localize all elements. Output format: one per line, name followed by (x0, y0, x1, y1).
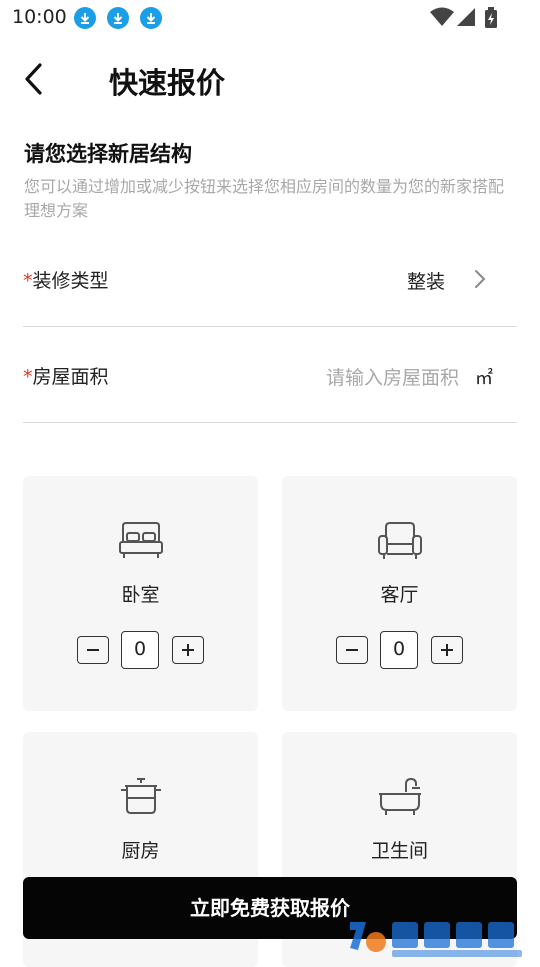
bed-icon (119, 522, 163, 558)
sofa-icon (378, 522, 422, 559)
section-description: 您可以通过增加或减少按钮来选择您相应房间的数量为您的新家搭配理想方案 (24, 177, 505, 220)
chevron-right-icon (475, 270, 486, 288)
download-notification-icon (107, 7, 129, 29)
room-name: 客厅 (380, 584, 419, 606)
download-notification-icon (74, 7, 96, 29)
living-room-increment-button[interactable] (431, 636, 463, 664)
bedroom-increment-button[interactable] (172, 636, 204, 664)
status-bar: 10:00 (0, 0, 540, 36)
download-notification-icon (140, 7, 162, 29)
pot-icon (121, 778, 161, 814)
decoration-type-value: 整装 (406, 271, 445, 293)
minus-icon (346, 649, 358, 651)
bathtub-icon (379, 777, 421, 815)
decoration-type-label: *装修类型 (23, 270, 109, 292)
area-label: *房屋面积 (23, 366, 109, 388)
page-title: 快速报价 (109, 66, 226, 100)
bedroom-decrement-button[interactable] (77, 636, 109, 664)
section-title: 请您选择新居结构 (24, 142, 192, 166)
plus-icon (441, 644, 453, 656)
battery-icon (485, 7, 497, 28)
back-button[interactable] (18, 60, 52, 98)
area-row: *房屋面积 请输入房屋面积 ㎡ (23, 332, 517, 423)
area-unit: ㎡ (475, 368, 493, 389)
minus-icon (87, 649, 99, 651)
bedroom-count[interactable]: 0 (121, 631, 159, 669)
wifi-icon (430, 7, 454, 26)
room-card-living-room: 客厅 0 (282, 476, 517, 711)
room-name: 卧室 (121, 584, 160, 606)
cellular-signal-icon (457, 8, 475, 26)
status-time: 10:00 (12, 6, 67, 28)
required-mark: * (23, 270, 33, 292)
decoration-type-row[interactable]: *装修类型 整装 (23, 236, 517, 327)
watermark-logo (350, 922, 522, 957)
room-card-bedroom: 卧室 0 (23, 476, 258, 711)
living-room-count[interactable]: 0 (380, 631, 418, 669)
plus-icon (182, 644, 194, 656)
room-name: 卫生间 (370, 840, 428, 862)
room-name: 厨房 (121, 840, 160, 862)
required-mark: * (23, 366, 33, 388)
chevron-left-icon (25, 63, 42, 95)
living-room-decrement-button[interactable] (336, 636, 368, 664)
area-input[interactable]: 请输入房屋面积 (326, 363, 459, 390)
